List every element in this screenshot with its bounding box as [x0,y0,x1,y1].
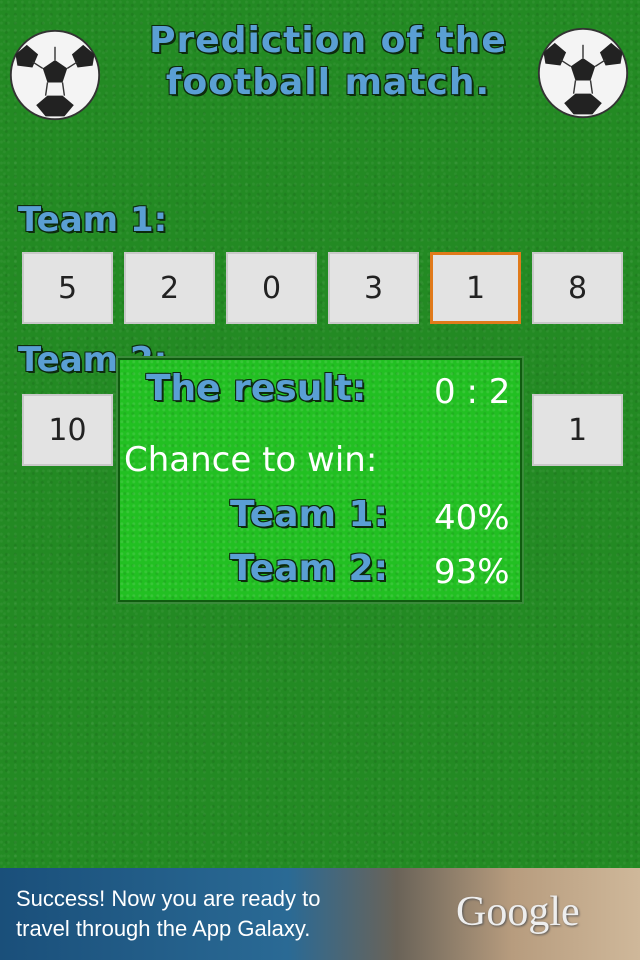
team-1-score-button[interactable]: 3 [328,252,419,324]
ad-text: Success! Now you are ready to travel thr… [16,884,436,944]
ad-banner[interactable]: Success! Now you are ready to travel thr… [0,868,640,960]
team-1-score-button[interactable]: 5 [22,252,113,324]
soccer-ball-icon [536,26,630,120]
soccer-ball-icon [8,28,102,122]
title-line-2: football match. [165,62,491,103]
ad-line-2: travel through the App Galaxy. [16,916,311,941]
result-label: The result: [146,368,367,409]
chance-team-2-value: 93% [434,552,510,592]
team-1-score-button[interactable]: 2 [124,252,215,324]
team-1-score-button[interactable]: 8 [532,252,623,324]
result-dialog[interactable]: The result: 0 : 2 Chance to win: Team 1:… [118,358,522,602]
title-line-1: Prediction of the [149,20,507,61]
chance-team-1-label: Team 1: [230,494,388,535]
chance-team-1-value: 40% [434,498,510,538]
result-score: 0 : 2 [434,372,511,412]
team-1-score-buttons: 5 2 0 3 1 8 [22,252,623,324]
team-1-score-button[interactable]: 0 [226,252,317,324]
team-1-score-button-selected[interactable]: 1 [430,252,521,324]
page-title: Prediction of the football match. [98,20,558,104]
google-logo: Google [456,889,580,935]
ad-line-1: Success! Now you are ready to [16,886,321,911]
team-1-label: Team 1: [18,200,168,240]
team-2-score-button[interactable]: 1 [532,394,623,466]
team-2-score-button[interactable]: 10 [22,394,113,466]
chance-team-2-label: Team 2: [230,548,388,589]
chance-to-win-heading: Chance to win: [124,440,378,480]
app-screen: Prediction of the football match. Team 1… [0,0,640,868]
